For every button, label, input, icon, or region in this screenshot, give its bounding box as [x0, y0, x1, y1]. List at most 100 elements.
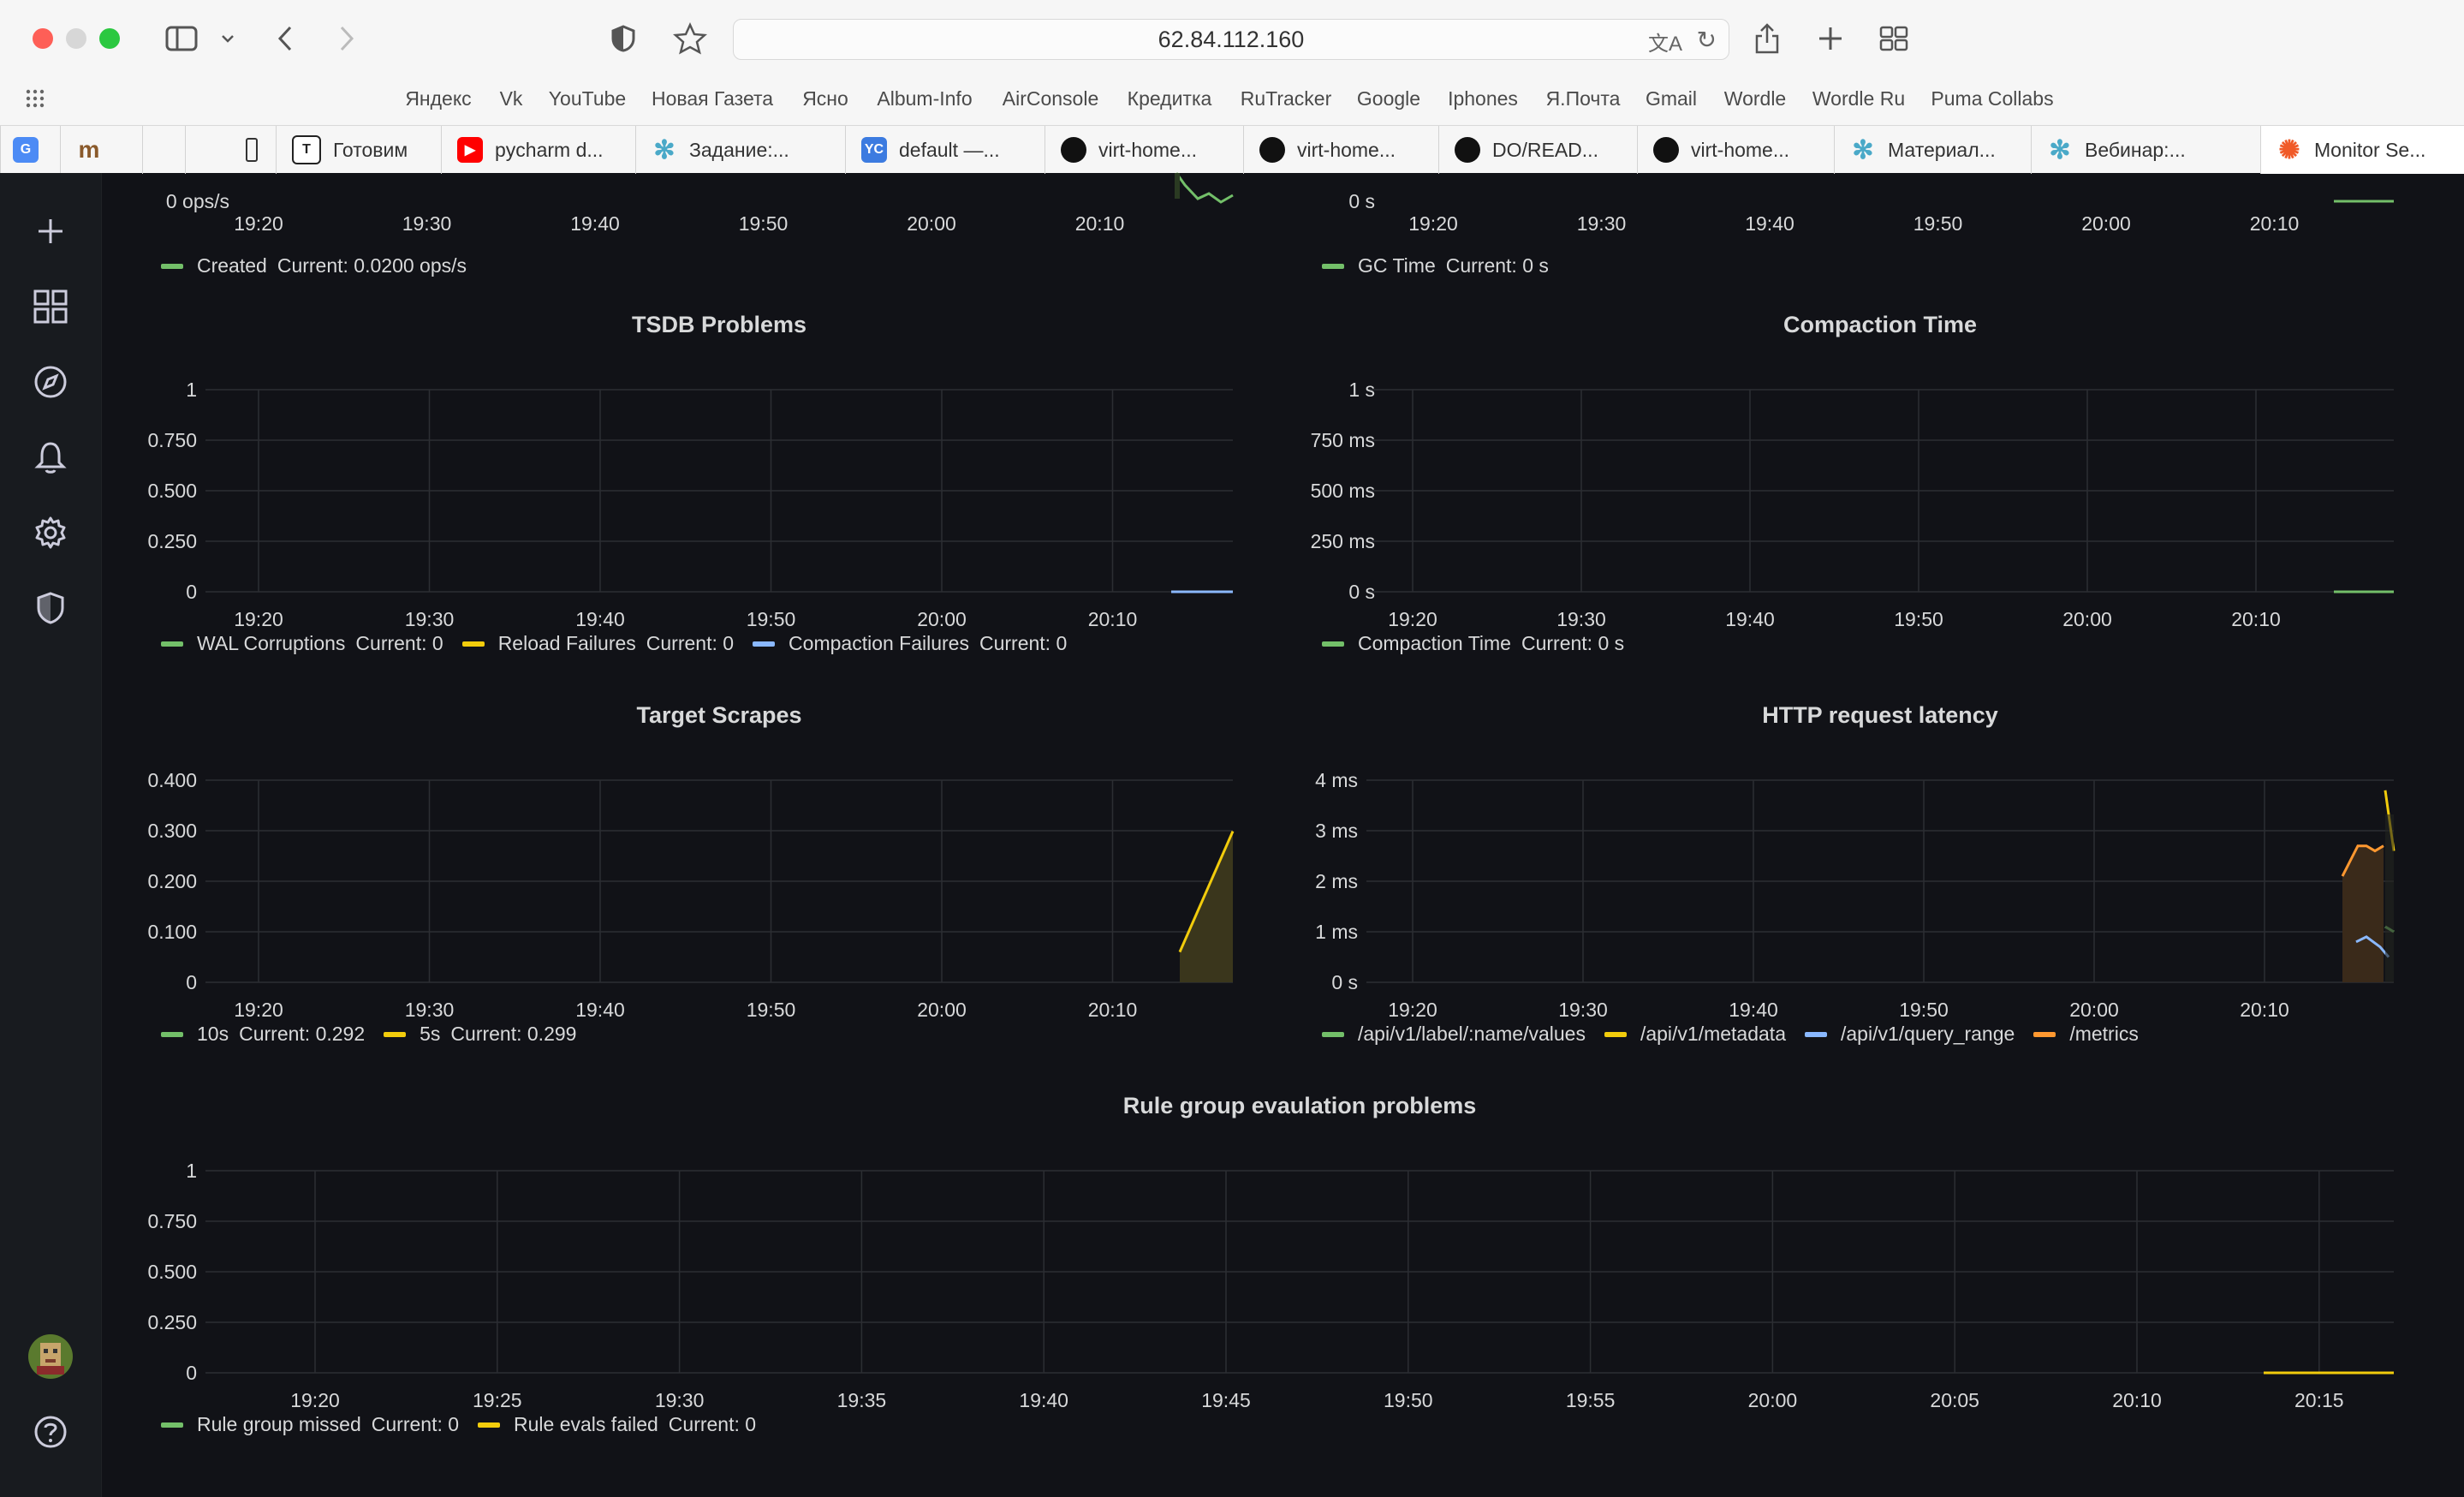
y-axis-tick: 0.100: [147, 921, 197, 943]
x-axis-tick: 20:10: [2231, 608, 2281, 630]
y-axis-tick: 1: [186, 1160, 197, 1182]
legend-item[interactable]: Compaction Failures Current: 0: [753, 632, 1067, 655]
x-axis-tick: 19:20: [1388, 608, 1437, 630]
legend-current: Current: 0: [979, 632, 1068, 654]
x-axis-tick: 19:40: [1729, 999, 1778, 1021]
legend-name: Rule evals failed: [514, 1413, 658, 1435]
y-axis-tick: 0.250: [147, 1311, 197, 1333]
y-axis-tick: 0 s: [1331, 971, 1358, 993]
y-axis-tick: 0.500: [147, 480, 197, 502]
y-axis-tick: 0.750: [147, 429, 197, 451]
legend-name: Reload Failures: [497, 632, 636, 654]
legend-item[interactable]: 5s Current: 0.299: [384, 1023, 576, 1046]
y-axis-tick: 2 ms: [1315, 870, 1358, 892]
y-axis-tick: 0.250: [147, 530, 197, 552]
legend-item[interactable]: /api/v1/query_range: [1805, 1023, 2015, 1046]
legend-current: Current: 0.299: [450, 1023, 577, 1045]
legend-swatch: [753, 641, 776, 647]
x-axis-tick: 19:40: [575, 608, 625, 630]
x-axis-tick: 20:00: [1747, 1389, 1798, 1411]
legend-current: Current: 0: [371, 1413, 460, 1435]
x-axis-tick: 19:50: [1899, 999, 1949, 1021]
legend-item[interactable]: WAL Corruptions Current: 0: [161, 632, 443, 655]
x-axis-tick: 19:20: [1388, 999, 1437, 1021]
y-axis-tick: 3 ms: [1315, 820, 1358, 842]
legend-item[interactable]: Compaction Time Current: 0 s: [1322, 632, 1624, 655]
x-axis-tick: 19:50: [746, 608, 796, 630]
x-axis-tick: 19:50: [1894, 608, 1943, 630]
legend-swatch: [384, 1031, 407, 1037]
legend: Compaction Time Current: 0 s: [1322, 632, 1643, 655]
legend-name: /api/v1/label/:name/values: [1358, 1023, 1586, 1045]
legend-swatch: [161, 1422, 183, 1428]
legend-swatch: [1604, 1031, 1627, 1037]
y-axis-tick: 0: [186, 971, 197, 993]
legend-swatch: [1805, 1031, 1827, 1037]
y-axis-tick: 0: [186, 1362, 197, 1384]
legend-name: /metrics: [2069, 1023, 2139, 1045]
legend-name: WAL Corruptions: [197, 632, 346, 654]
legend-item[interactable]: Rule group missed Current: 0: [161, 1413, 459, 1436]
x-axis-tick: 19:55: [1565, 1389, 1616, 1411]
x-axis-tick: 19:30: [654, 1389, 705, 1411]
legend-name: Rule group missed: [197, 1413, 361, 1435]
y-axis-tick: 500 ms: [1310, 480, 1375, 502]
x-axis-tick: 19:40: [575, 999, 625, 1021]
x-axis-tick: 19:20: [234, 999, 283, 1021]
y-axis-tick: 0.200: [147, 870, 197, 892]
x-axis-tick: 20:10: [2112, 1389, 2162, 1411]
x-axis-tick: 19:40: [1019, 1389, 1068, 1411]
x-axis-tick: 19:30: [404, 608, 455, 630]
legend-name: Compaction Failures: [789, 632, 969, 654]
y-axis-tick: 1: [186, 379, 197, 401]
legend-item[interactable]: /api/v1/metadata: [1604, 1023, 1786, 1046]
panels-chart-canvas: [205, 389, 2396, 1375]
y-axis-tick: 0.400: [147, 769, 197, 791]
x-axis-tick: 20:10: [1087, 608, 1138, 630]
legend: WAL Corruptions Current: 0 Reload Failures…: [161, 632, 1086, 655]
x-axis-tick: 20:10: [1087, 999, 1138, 1021]
x-axis-tick: 20:00: [917, 608, 967, 630]
x-axis-tick: 20:00: [917, 999, 967, 1021]
x-axis-tick: 19:25: [473, 1389, 522, 1411]
legend-name: /api/v1/metadata: [1640, 1023, 1786, 1045]
x-axis-tick: 20:05: [1930, 1389, 1979, 1411]
x-axis-tick: 20:15: [2294, 1389, 2344, 1411]
x-axis-tick: 19:50: [1384, 1389, 1433, 1411]
scrapes-5s-area: [1180, 831, 1233, 982]
legend-swatch: [1322, 1031, 1344, 1037]
x-axis-tick: 19:50: [746, 999, 796, 1021]
legend-current: Current: 0: [646, 632, 735, 654]
legend-item[interactable]: Rule evals failed Current: 0: [478, 1413, 756, 1436]
legend-current: Current: 0: [668, 1413, 757, 1435]
y-axis-tick: 0.750: [147, 1210, 197, 1232]
legend-current: Current: 0 s: [1521, 632, 1625, 654]
legend-swatch: [161, 1031, 183, 1037]
x-axis-tick: 20:00: [2069, 999, 2119, 1021]
legend-swatch: [478, 1422, 501, 1428]
legend-name: Compaction Time: [1358, 632, 1511, 654]
legend: Rule group missed Current: 0 Rule evals fa…: [161, 1413, 775, 1436]
x-axis-tick: 19:20: [290, 1389, 340, 1411]
y-axis-tick: 4 ms: [1315, 769, 1358, 791]
legend-current: Current: 0.292: [239, 1023, 366, 1045]
legend-item[interactable]: /metrics: [2033, 1023, 2139, 1046]
panel-title: Rule group evaulation problems: [1122, 1093, 1477, 1118]
legend-swatch: [161, 641, 183, 647]
panel-title: Target Scrapes: [636, 702, 802, 728]
x-axis-tick: 19:40: [1725, 608, 1775, 630]
y-axis-tick: 0: [186, 581, 197, 603]
legend-item[interactable]: 10s Current: 0.292: [161, 1023, 365, 1046]
legend-item[interactable]: /api/v1/label/:name/values: [1322, 1023, 1586, 1046]
legend-swatch: [461, 641, 485, 647]
legend-name: 5s: [420, 1023, 441, 1045]
y-axis-tick: 0.500: [147, 1261, 197, 1283]
y-axis-tick: 250 ms: [1310, 530, 1375, 552]
y-axis-tick: 0.300: [147, 820, 197, 842]
y-axis-tick: 0 s: [1348, 581, 1375, 603]
legend-name: /api/v1/query_range: [1841, 1023, 2015, 1045]
legend: /api/v1/label/:name/values/api/v1/metada…: [1322, 1023, 2157, 1046]
x-axis-tick: 19:30: [1558, 999, 1608, 1021]
legend-item[interactable]: Reload Failures Current: 0: [461, 632, 735, 655]
latency-shade: [2385, 814, 2394, 982]
